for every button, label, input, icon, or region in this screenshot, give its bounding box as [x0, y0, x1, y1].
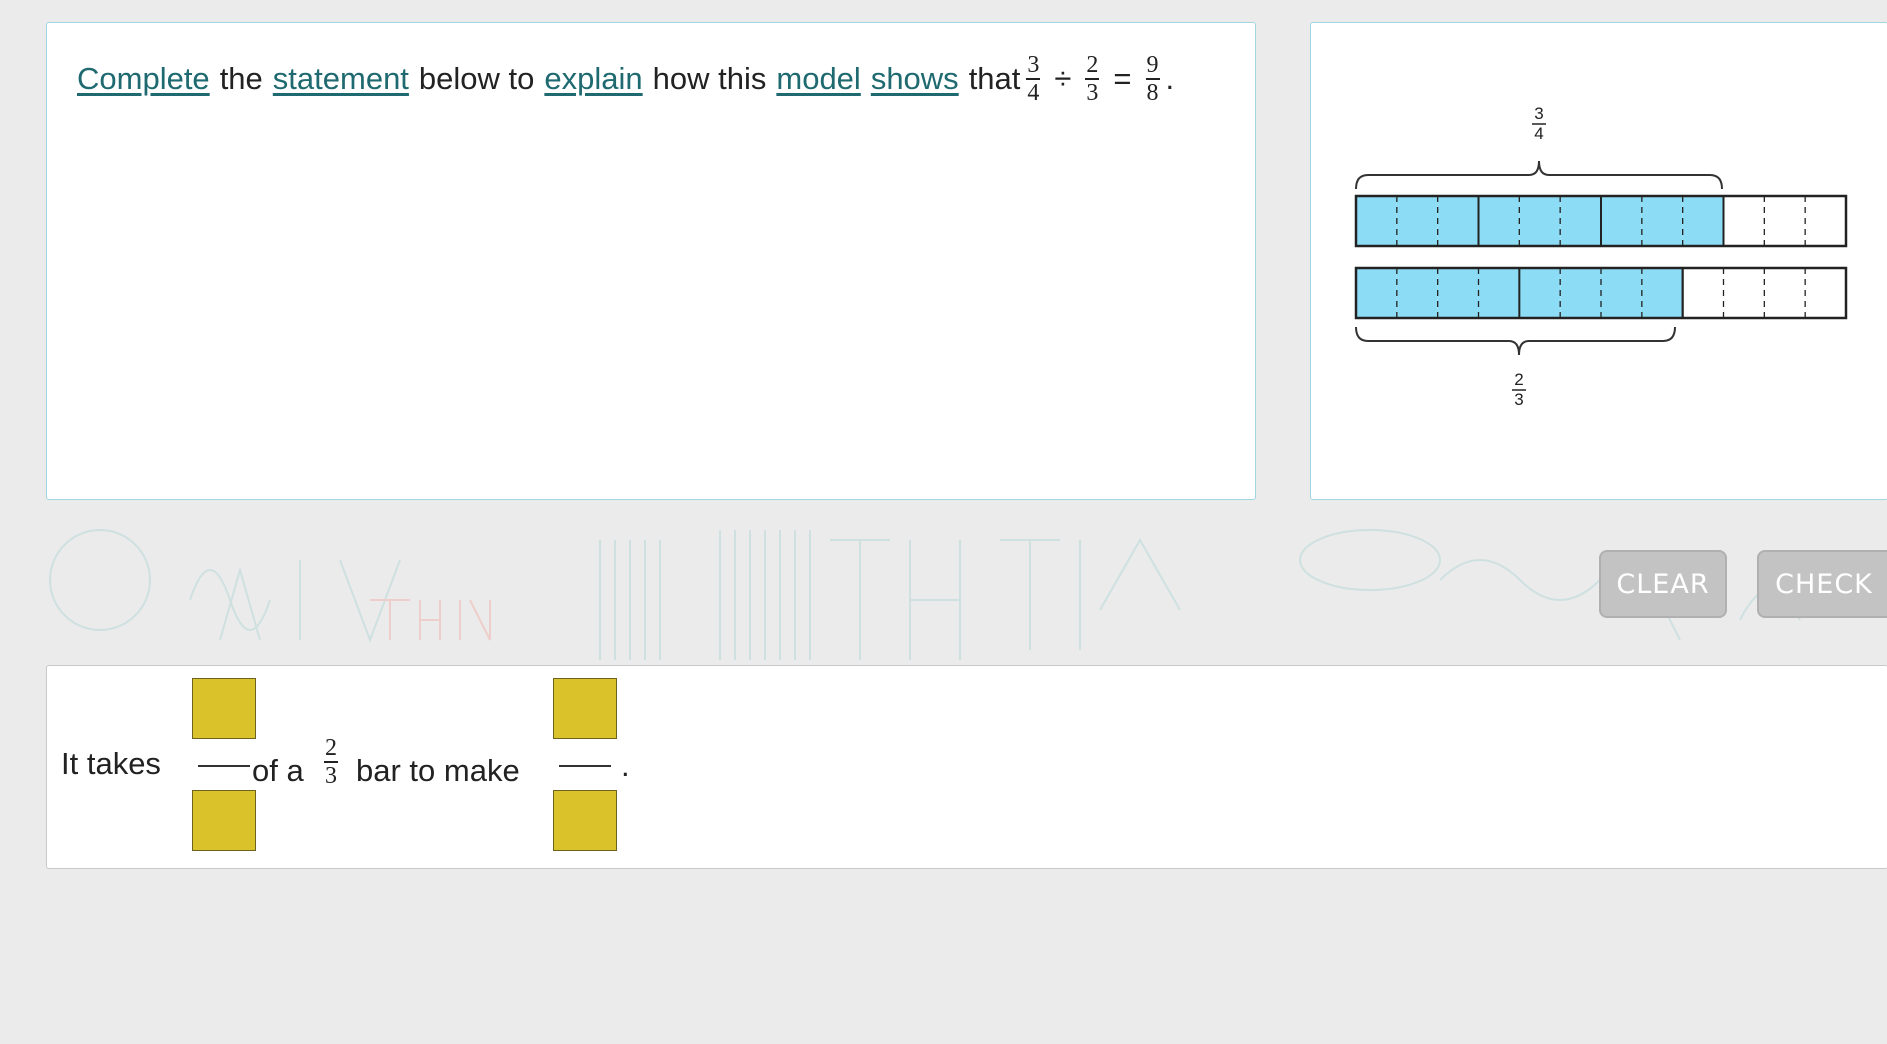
prompt-text: that — [968, 61, 1021, 97]
fraction-line — [559, 765, 611, 767]
answer-period: . — [621, 748, 630, 783]
answer-panel: It takes of a 2 3 bar to make . — [46, 665, 1887, 869]
bar-segment — [1519, 268, 1561, 318]
bar-segment — [1560, 196, 1601, 246]
bar-segment — [1805, 196, 1846, 246]
fraction-denominator: 3 — [1086, 79, 1099, 106]
bottom-brace — [1355, 326, 1676, 356]
fraction-three-fourths: 3 4 — [1026, 52, 1041, 106]
question-panel: Complete the statement below to explain … — [46, 22, 1256, 500]
bar-segment — [1356, 268, 1397, 318]
prompt-period: . — [1165, 61, 1175, 97]
fraction-denominator: 8 — [1146, 79, 1159, 106]
bottom-label-numerator: 2 — [1514, 370, 1523, 389]
bar-segment — [1396, 196, 1438, 246]
numerator-input-1[interactable] — [192, 678, 256, 739]
bottom-label-fraction: 2 3 — [1512, 370, 1526, 409]
divide-sign: ÷ — [1054, 61, 1072, 97]
top-fraction-bar — [1354, 194, 1848, 248]
clear-button[interactable]: CLEAR — [1599, 550, 1727, 618]
answer-fraction-input-2 — [553, 678, 617, 858]
denominator-input-1[interactable] — [192, 790, 256, 851]
bar-segment — [1723, 268, 1765, 318]
fraction-numerator: 2 — [325, 735, 337, 761]
question-prompt: Complete the statement below to explain … — [77, 53, 1174, 105]
fraction-numerator: 2 — [1086, 52, 1099, 78]
glossary-link-statement[interactable]: statement — [273, 63, 409, 94]
bar-segment — [1641, 196, 1683, 246]
bar-segment — [1396, 268, 1438, 318]
bar-segment — [1805, 268, 1846, 318]
prompt-text: the — [219, 61, 263, 97]
fraction-bar-model: 3 4 2 3 — [1354, 104, 1848, 409]
prompt-text: how this — [652, 61, 767, 97]
top-label-denominator: 4 — [1534, 124, 1543, 143]
fraction-numerator: 3 — [1027, 52, 1040, 78]
bar-segment — [1682, 268, 1724, 318]
bar-segment — [1682, 196, 1724, 246]
fraction-numerator: 9 — [1146, 52, 1159, 78]
bottom-fraction-bar — [1354, 266, 1848, 320]
bar-segment — [1478, 268, 1520, 318]
bar-segment — [1723, 196, 1765, 246]
fraction-two-thirds: 2 3 — [1085, 52, 1100, 106]
bar-segment — [1764, 196, 1806, 246]
fraction-nine-eighths: 9 8 — [1145, 52, 1160, 106]
glossary-link-explain[interactable]: explain — [544, 63, 642, 94]
numerator-input-2[interactable] — [553, 678, 617, 739]
bar-segment — [1601, 268, 1642, 318]
fraction-denominator: 3 — [325, 762, 337, 789]
prompt-text: below to — [418, 61, 535, 97]
glossary-link-shows[interactable]: shows — [871, 63, 959, 94]
equals-sign: = — [1113, 61, 1132, 97]
glossary-link-model[interactable]: model — [776, 63, 860, 94]
fraction-denominator: 4 — [1027, 79, 1040, 106]
bar-segment — [1437, 196, 1479, 246]
bar-segment — [1641, 268, 1683, 318]
glossary-link-complete[interactable]: Complete — [77, 63, 210, 94]
bar-segment — [1437, 268, 1479, 318]
check-button[interactable]: CHECK — [1757, 550, 1887, 618]
answer-fraction-input-1 — [192, 678, 256, 858]
fraction-two-thirds: 2 3 — [324, 736, 338, 788]
bar-segment — [1519, 196, 1561, 246]
denominator-input-2[interactable] — [553, 790, 617, 851]
bar-segment — [1601, 196, 1642, 246]
top-label-numerator: 3 — [1534, 104, 1543, 123]
bar-segment — [1560, 268, 1601, 318]
answer-text-of-a: of a — [252, 753, 304, 788]
bar-segment — [1478, 196, 1520, 246]
bar-segment — [1356, 196, 1397, 246]
answer-text-bar-to-make: bar to make — [356, 753, 520, 788]
top-label-fraction: 3 4 — [1532, 104, 1546, 143]
fraction-line — [198, 765, 250, 767]
bottom-label-denominator: 3 — [1514, 390, 1523, 409]
top-brace — [1355, 160, 1723, 190]
answer-text-it-takes: It takes — [61, 746, 161, 781]
bar-segment — [1764, 268, 1806, 318]
model-panel: 3 4 2 3 — [1310, 22, 1887, 500]
